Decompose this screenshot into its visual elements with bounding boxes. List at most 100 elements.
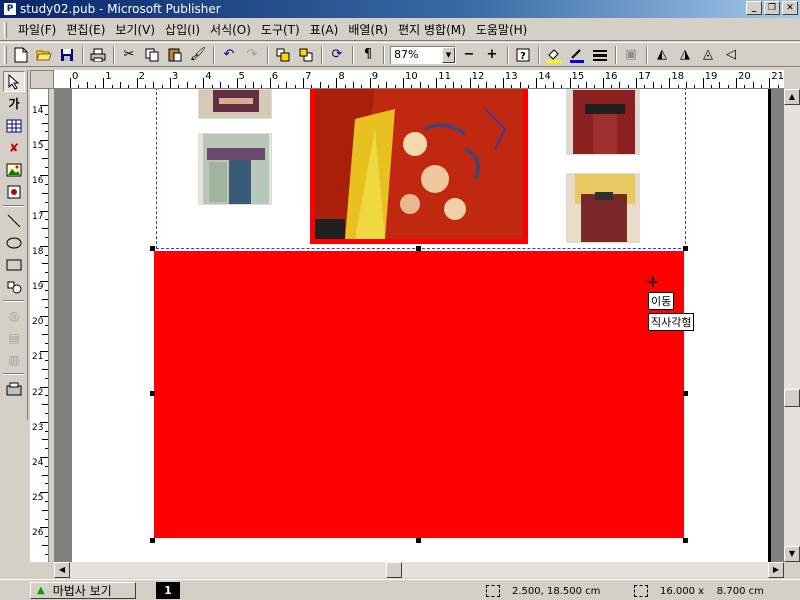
rectangle-tool-icon[interactable]	[3, 254, 25, 275]
horizontal-scrollbar[interactable]: ◀ ▶	[54, 562, 784, 578]
scroll-right-button[interactable]: ▶	[768, 562, 784, 578]
menu-tools[interactable]: 도구(T)	[256, 21, 305, 38]
ruler-tick	[636, 78, 638, 88]
undo-icon[interactable]: ↶	[218, 44, 240, 65]
design-gallery-icon[interactable]	[3, 378, 25, 399]
ruler-corner[interactable]	[30, 70, 54, 89]
resize-handle-bottom-right[interactable]	[683, 538, 688, 543]
line-tool-icon[interactable]	[3, 210, 25, 231]
toolbar-grip[interactable]	[4, 45, 7, 64]
photo-hanbok-left-top[interactable]	[198, 89, 272, 119]
print-icon[interactable]	[87, 44, 109, 65]
line-color-icon[interactable]	[566, 44, 588, 65]
open-folder-icon[interactable]	[33, 44, 55, 65]
zoom-select[interactable]: 87% ▼	[390, 45, 456, 64]
scroll-left-button[interactable]: ◀	[54, 562, 70, 578]
photo-hanbok-right-top[interactable]	[566, 89, 640, 155]
new-document-icon[interactable]	[10, 44, 32, 65]
page[interactable]: ✛ 이동 직사각형	[72, 89, 768, 562]
vertical-ruler[interactable]: 1415161718192021222324252627	[30, 89, 49, 562]
custom-shapes-icon[interactable]	[3, 276, 25, 297]
ruler-minor-tick	[319, 82, 321, 88]
chevron-down-icon[interactable]: ▼	[442, 46, 455, 63]
rotate-right-icon[interactable]: ◮	[674, 44, 696, 65]
paste-icon[interactable]	[164, 44, 186, 65]
shadow-icon[interactable]: ▣	[620, 44, 642, 65]
ruler-minor-tick	[45, 518, 48, 520]
send-to-back-icon[interactable]	[295, 44, 317, 65]
photo-hanbok-right-bottom[interactable]	[566, 173, 640, 243]
redo-icon[interactable]: ↷	[241, 44, 263, 65]
resize-handle-bottom-left[interactable]	[150, 538, 155, 543]
close-button[interactable]: ✕	[782, 1, 798, 15]
ruler-minor-tick	[286, 82, 288, 88]
html-fragment-icon[interactable]: ▥	[3, 349, 25, 370]
table-frame-icon[interactable]	[3, 115, 25, 136]
pilcrow-icon[interactable]: ¶	[357, 44, 379, 65]
resize-handle-top-left[interactable]	[150, 246, 155, 251]
publication-canvas[interactable]: ✛ 이동 직사각형	[54, 89, 784, 562]
horizontal-scroll-thumb[interactable]	[386, 562, 402, 578]
flip-vertical-icon[interactable]: ◁	[720, 44, 742, 65]
wizard-toggle-button[interactable]: ▲ 마법사 보기	[30, 582, 136, 599]
ruler-minor-tick	[119, 82, 121, 88]
form-control-icon[interactable]: ▤	[3, 327, 25, 348]
horizontal-ruler[interactable]: 0 1 2 3 4 5 6 7 8 9 10 11 12 13 14 15 16 17 18 19 20 21	[54, 70, 784, 89]
page-navigator[interactable]: 1	[156, 582, 180, 599]
ruler-tick	[502, 78, 504, 88]
ruler-label: 4	[205, 71, 212, 82]
ruler-minor-tick	[752, 82, 754, 88]
resize-handle-right[interactable]	[683, 391, 688, 396]
vertical-scroll-thumb[interactable]	[784, 389, 800, 407]
scroll-up-button[interactable]: ▲	[784, 89, 800, 105]
resize-handle-bottom[interactable]	[416, 538, 421, 543]
publisher-icon[interactable]: P	[3, 2, 17, 16]
menu-format[interactable]: 서식(O)	[205, 21, 256, 38]
flip-horizontal-icon[interactable]: ◬	[697, 44, 719, 65]
wordart-icon[interactable]: ✘	[3, 137, 25, 158]
resize-handle-left[interactable]	[150, 391, 155, 396]
resize-handle-top[interactable]	[416, 246, 421, 251]
vertical-scrollbar[interactable]: ▲ ▼	[784, 89, 800, 562]
pointer-icon[interactable]	[3, 71, 25, 92]
photo-hanbok-left-bottom[interactable]	[198, 133, 272, 205]
format-painter-icon[interactable]: 🖌	[187, 44, 209, 65]
picture-frame-icon[interactable]	[3, 159, 25, 180]
selected-rectangle[interactable]	[154, 251, 684, 538]
menu-edit[interactable]: 편집(E)	[61, 21, 110, 38]
rotate-left-icon[interactable]: ◭	[651, 44, 673, 65]
line-style-icon[interactable]	[589, 44, 611, 65]
zoom-in-button[interactable]: +	[481, 44, 503, 65]
menu-insert[interactable]: 삽입(I)	[160, 21, 205, 38]
copy-icon[interactable]	[141, 44, 163, 65]
hotspot-icon[interactable]: ◎	[3, 305, 25, 326]
scroll-down-button[interactable]: ▼	[784, 546, 800, 562]
menu-arrange[interactable]: 배열(R)	[343, 21, 393, 38]
fill-color-icon[interactable]	[543, 44, 565, 65]
rotate-icon[interactable]: ⟳	[326, 44, 348, 65]
menu-table[interactable]: 표(A)	[305, 21, 344, 38]
save-icon[interactable]	[56, 44, 78, 65]
toolbar-separator	[3, 373, 24, 375]
ruler-minor-tick	[45, 237, 48, 238]
ruler-minor-tick	[452, 82, 454, 88]
zoom-out-button[interactable]: −	[458, 44, 480, 65]
ruler-minor-tick	[45, 342, 48, 344]
menu-mail-merge[interactable]: 편지 병합(M)	[393, 21, 471, 38]
menu-view[interactable]: 보기(V)	[110, 21, 160, 38]
menu-help[interactable]: 도움말(H)	[471, 21, 533, 38]
ruler-minor-tick	[619, 82, 621, 88]
photo-hanbok-center[interactable]	[310, 89, 528, 244]
menu-file[interactable]: 파일(F)	[13, 21, 61, 38]
oval-tool-icon[interactable]	[3, 232, 25, 253]
ruler-label: 13	[504, 71, 518, 82]
menu-grip[interactable]	[4, 21, 7, 38]
restore-button[interactable]: ❐	[764, 1, 780, 15]
cut-icon[interactable]: ✂	[118, 44, 140, 65]
clip-gallery-icon[interactable]	[3, 181, 25, 202]
minimize-button[interactable]: _	[746, 1, 762, 15]
text-frame-icon[interactable]: 가	[3, 93, 25, 114]
resize-handle-top-right[interactable]	[683, 246, 688, 251]
help-icon[interactable]: ?	[512, 44, 534, 65]
bring-to-front-icon[interactable]	[272, 44, 294, 65]
